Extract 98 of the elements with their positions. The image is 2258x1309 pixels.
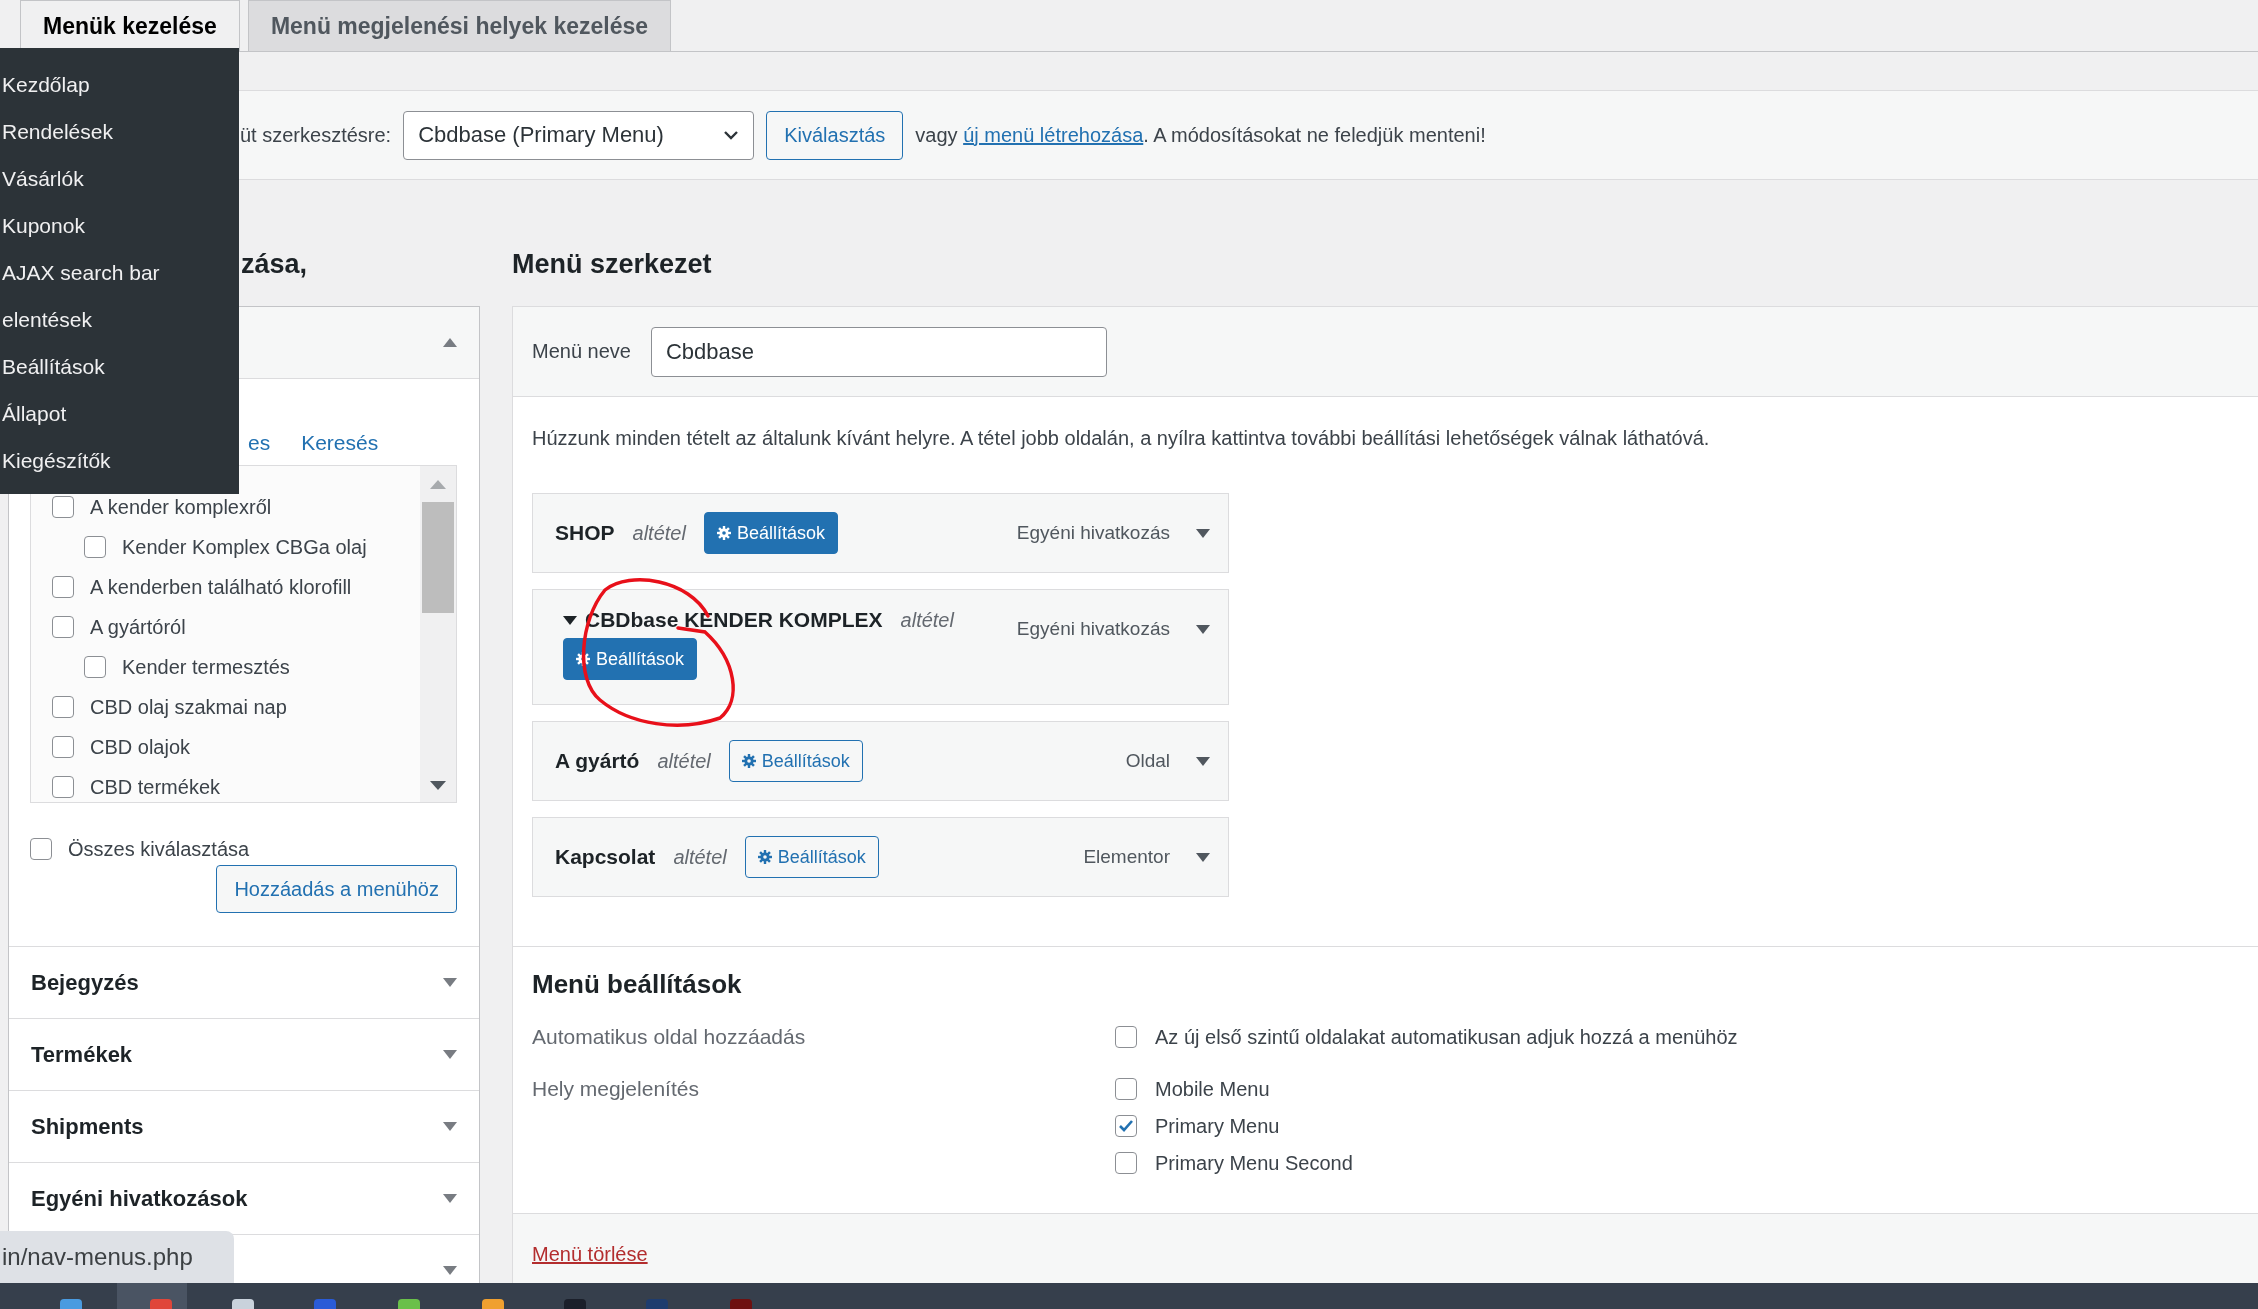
setting-label: Hely megjelenítés: [532, 1076, 700, 1102]
admin-menu-item[interactable]: AJAX search bar: [0, 249, 239, 296]
checkbox[interactable]: [1115, 1078, 1137, 1100]
item-subtitle: altétel: [900, 608, 954, 632]
settings-button[interactable]: Beállítások: [563, 638, 698, 680]
tab[interactable]: Menük kezelése: [20, 0, 240, 52]
admin-menu-item[interactable]: Rendelések: [0, 108, 239, 155]
menu-item[interactable]: Kapcsolat altétel Beállítások Elementor: [532, 817, 1229, 897]
menu-dropdown[interactable]: Cbdbase (Primary Menu): [403, 110, 755, 160]
checkbox[interactable]: [84, 536, 106, 558]
checkbox[interactable]: [1115, 1115, 1137, 1137]
page-label: CBD termékek: [90, 775, 221, 799]
accordion-title: Bejegyzés: [31, 969, 139, 996]
select-label: üt szerkesztésre:: [240, 123, 392, 147]
triangle-icon[interactable]: [1196, 852, 1210, 862]
accordion-title: Termékek: [31, 1041, 133, 1068]
app-icon[interactable]: [398, 1299, 420, 1309]
item-subtitle: altétel: [657, 749, 711, 773]
select-all-label: Összes kiválasztása: [68, 837, 250, 861]
item-type: Oldal: [1125, 750, 1170, 772]
checkbox[interactable]: [52, 776, 74, 798]
section-heading: zása,: [241, 249, 308, 280]
gear-icon: [757, 850, 772, 864]
menu-name-field[interactable]: Cbdbase: [650, 326, 1107, 377]
admin-menu-item[interactable]: Kiegészítők: [0, 437, 239, 484]
checkbox[interactable]: [52, 496, 74, 518]
admin-menu-item[interactable]: Állapot: [0, 390, 239, 437]
accordion-header[interactable]: Termékek: [9, 1018, 479, 1090]
item-subtitle: altétel: [632, 521, 686, 545]
menu-item[interactable]: A gyártó altétel Beállítások Oldal: [532, 721, 1229, 801]
item-title: Kapcsolat: [555, 845, 656, 869]
option-label: Az új első szintű oldalakat automatikusan adjuk hozzá a menühöz: [1155, 1025, 1738, 1049]
panel-tab[interactable]: es: [248, 429, 271, 457]
app-icon[interactable]: [150, 1299, 172, 1309]
item-title: SHOP: [555, 521, 615, 545]
section-heading: Menü szerkezet: [512, 249, 712, 280]
page-label: CBD olaj szakmai nap: [90, 695, 287, 719]
option-label: Primary Menu Second: [1155, 1151, 1353, 1175]
option-label: Mobile Menu: [1155, 1077, 1270, 1101]
app-icon[interactable]: [482, 1299, 504, 1309]
item-subtitle: altétel: [673, 845, 727, 869]
checkbox[interactable]: [1115, 1152, 1137, 1174]
field-label: Menü neve: [532, 340, 631, 363]
scrollbar[interactable]: [420, 466, 456, 802]
page-label: Kender termesztés: [122, 655, 290, 679]
arrow-down-icon[interactable]: [430, 781, 446, 790]
admin-menu-item[interactable]: Kezdőlap: [0, 61, 239, 108]
settings-button[interactable]: Beállítások: [703, 512, 838, 554]
checkbox[interactable]: [52, 736, 74, 758]
menu-item[interactable]: SHOP altétel Beállítások Egyéni hivatkozás: [532, 493, 1229, 573]
admin-menu-item[interactable]: Beállítások: [0, 343, 239, 390]
triangle-icon[interactable]: [563, 615, 577, 625]
checkbox[interactable]: [52, 576, 74, 598]
checkbox[interactable]: [84, 656, 106, 678]
checkbox[interactable]: [1115, 1026, 1137, 1048]
item-type: Egyéni hivatkozás: [1016, 618, 1170, 640]
settings-heading: Menü beállítások: [532, 968, 743, 1001]
hint-text: vagy új menü létrehozása. A módosításokat ne feledjük menteni!: [915, 123, 1486, 147]
instructions-text: Húzzunk minden tételt az általunk kívánt helyre. A tétel jobb oldalán, a nyílra kattintva további beállítási lehetőségek válnak láthatóvá.: [532, 426, 1711, 451]
item-title: A gyártó: [555, 749, 640, 773]
page-label: A gyártóról: [90, 615, 186, 639]
delete-menu-link[interactable]: Menü törlése: [532, 1243, 648, 1265]
triangle-icon[interactable]: [1196, 528, 1210, 538]
arrow-up-icon[interactable]: [430, 480, 446, 489]
admin-menu-item[interactable]: Vásárlók: [0, 155, 239, 202]
checkbox[interactable]: [30, 838, 52, 860]
option-label: Primary Menu: [1155, 1114, 1280, 1138]
chevron-icon: [723, 130, 740, 140]
item-type: Elementor: [1083, 846, 1170, 868]
page-label: CBD olajok: [90, 735, 191, 759]
accordion-header[interactable]: Bejegyzés: [9, 946, 479, 1018]
page-label: Kender Komplex CBGa olaj: [122, 535, 367, 559]
gear-icon: [576, 652, 590, 666]
create-menu-link[interactable]: új menü létrehozása: [963, 123, 1144, 146]
page-label: A kender komplexről: [90, 495, 272, 519]
gear-icon: [716, 526, 731, 540]
url-tooltip: in/nav-menus.php: [0, 1231, 234, 1283]
accordion-header[interactable]: Shipments: [9, 1090, 479, 1162]
add-to-menu-button[interactable]: Hozzáadás a menühöz: [216, 865, 457, 913]
settings-button[interactable]: Beállítások: [744, 836, 879, 878]
accordion-title: Egyéni hivatkozások: [31, 1185, 248, 1212]
accordion-title: Shipments: [31, 1113, 144, 1140]
triangle-icon[interactable]: [1196, 756, 1210, 766]
tab[interactable]: Menü megjelenési helyek kezelése: [247, 0, 672, 51]
setting-label: Automatikus oldal hozzáadás: [532, 1024, 807, 1050]
checkbox[interactable]: [52, 616, 74, 638]
admin-menu-item[interactable]: Kuponok: [0, 202, 239, 249]
item-type: Egyéni hivatkozás: [1016, 522, 1170, 544]
settings-button[interactable]: Beállítások: [728, 740, 863, 782]
admin-menu-item[interactable]: elentések: [0, 296, 239, 343]
select-button[interactable]: Kiválasztás: [766, 110, 904, 160]
app-icon[interactable]: [232, 1299, 254, 1309]
checkbox[interactable]: [52, 696, 74, 718]
gear-icon: [741, 754, 756, 768]
app-icon[interactable]: [60, 1299, 82, 1309]
panel-tab[interactable]: Keresés: [301, 429, 379, 457]
page-label: A kenderben található klorofill: [90, 575, 352, 599]
triangle-icon[interactable]: [1196, 624, 1210, 634]
